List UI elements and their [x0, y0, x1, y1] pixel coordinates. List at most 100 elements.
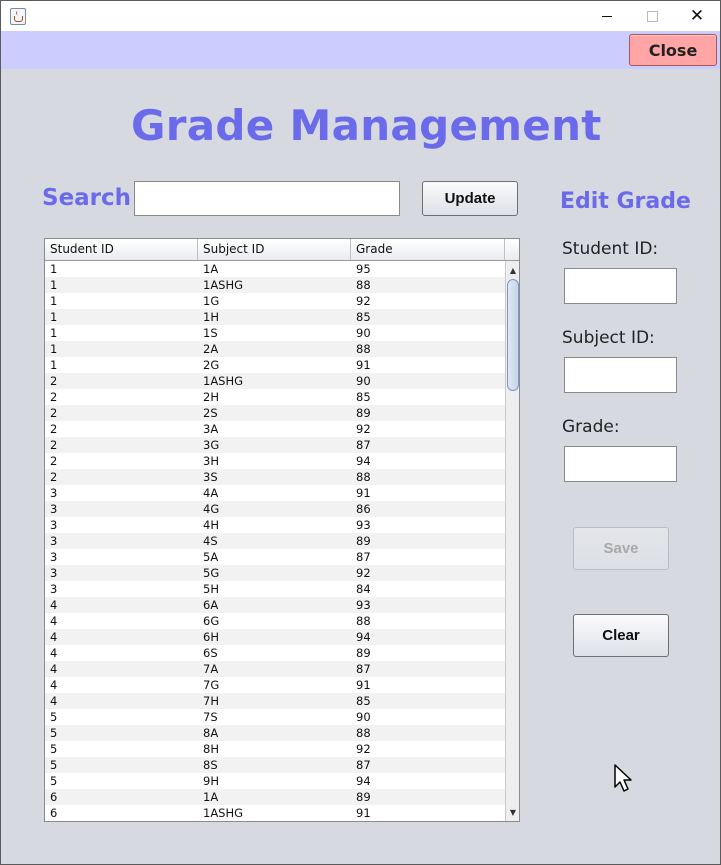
window-close-button[interactable]: ✕	[674, 1, 720, 31]
table-row[interactable]: 1 2G 91	[45, 357, 505, 373]
subject-id-cell: 2G	[203, 358, 220, 372]
table-row[interactable]: 2 3A 92	[45, 421, 505, 437]
subject-id-cell: 5A	[203, 550, 219, 564]
student-id-cell: 1	[50, 278, 58, 292]
table-row[interactable]: 1 1G 92	[45, 293, 505, 309]
subject-id-cell: 1A	[203, 262, 219, 276]
table-row[interactable]: 2 2H 85	[45, 389, 505, 405]
table-row[interactable]: 3 5G 92	[45, 565, 505, 581]
table-row[interactable]: 6 1A 89	[45, 789, 505, 805]
subject-id-cell: 3H	[203, 454, 219, 468]
clear-button[interactable]: Clear	[573, 614, 669, 657]
table-row[interactable]: 4 7G 91	[45, 677, 505, 693]
table-header: Student ID Subject ID Grade	[45, 239, 519, 261]
table-row[interactable]: 4 6S 89	[45, 645, 505, 661]
table-row[interactable]: 4 6H 94	[45, 629, 505, 645]
grade-field[interactable]	[564, 446, 677, 482]
search-label: Search	[42, 185, 132, 211]
vertical-scrollbar[interactable]: ▲ ▼	[505, 261, 519, 821]
update-button[interactable]: Update	[422, 181, 518, 216]
table-row[interactable]: 2 1ASHG 90	[45, 373, 505, 389]
student-id-cell: 6	[50, 806, 58, 820]
student-id-cell: 1	[50, 294, 58, 308]
page-title: Grade Management	[131, 101, 602, 150]
column-header-student-id[interactable]: Student ID	[45, 239, 198, 260]
student-id-cell: 4	[50, 598, 58, 612]
table-row[interactable]: 5 7S 90	[45, 709, 505, 725]
table-row[interactable]: 2 2S 89	[45, 405, 505, 421]
subject-id-field[interactable]	[564, 357, 677, 393]
table-row[interactable]: 1 1H 85	[45, 309, 505, 325]
student-id-cell: 1	[50, 342, 58, 356]
student-id-cell: 2	[50, 454, 58, 468]
grade-cell: 87	[356, 438, 371, 452]
table-row[interactable]: 4 7H 85	[45, 693, 505, 709]
subject-id-cell: 8H	[203, 742, 219, 756]
table-row[interactable]: 4 7A 87	[45, 661, 505, 677]
student-id-cell: 5	[50, 742, 58, 756]
table-row[interactable]: 4 6A 93	[45, 597, 505, 613]
grade-cell: 94	[356, 630, 371, 644]
table-row[interactable]: 3 5H 84	[45, 581, 505, 597]
edit-grade-title: Edit Grade	[560, 189, 691, 214]
student-id-cell: 4	[50, 630, 58, 644]
student-id-cell: 3	[50, 582, 58, 596]
minimize-icon	[602, 15, 612, 17]
table-row[interactable]: 5 8S 87	[45, 757, 505, 773]
subject-id-label: Subject ID:	[562, 328, 655, 348]
grade-cell: 91	[356, 358, 371, 372]
table-row[interactable]: 1 2A 88	[45, 341, 505, 357]
subject-id-cell: 8A	[203, 726, 219, 740]
subject-id-cell: 5H	[203, 582, 219, 596]
subject-id-cell: 1ASHG	[203, 278, 244, 292]
grade-cell: 89	[356, 406, 371, 420]
subject-id-cell: 7A	[203, 662, 219, 676]
search-input[interactable]	[134, 181, 400, 216]
maximize-button[interactable]	[629, 1, 675, 31]
student-id-field[interactable]	[564, 268, 677, 304]
table-row[interactable]: 1 1S 90	[45, 325, 505, 341]
student-id-cell: 2	[50, 470, 58, 484]
table-row[interactable]: 5 8A 88	[45, 725, 505, 741]
subject-id-cell: 5G	[203, 566, 220, 580]
minimize-button[interactable]	[584, 1, 630, 31]
scrollbar-thumb[interactable]	[507, 279, 519, 391]
grade-cell: 95	[356, 262, 371, 276]
table-row[interactable]: 1 1A 95	[45, 261, 505, 277]
subject-id-cell: 8S	[203, 758, 218, 772]
column-header-grade[interactable]: Grade	[351, 239, 505, 260]
student-id-cell: 4	[50, 662, 58, 676]
subject-id-cell: 1ASHG	[203, 374, 244, 388]
grade-label: Grade:	[562, 417, 620, 437]
table-row[interactable]: 2 3G 87	[45, 437, 505, 453]
table-row[interactable]: 3 4S 89	[45, 533, 505, 549]
subject-id-cell: 7S	[203, 710, 218, 724]
table-row[interactable]: 5 8H 92	[45, 741, 505, 757]
save-button[interactable]: Save	[573, 527, 669, 570]
table-row[interactable]: 2 3H 94	[45, 453, 505, 469]
grade-cell: 92	[356, 294, 371, 308]
scroll-down-arrow-icon[interactable]: ▼	[506, 805, 519, 819]
subject-id-cell: 2A	[203, 342, 219, 356]
table-row[interactable]: 3 4H 93	[45, 517, 505, 533]
table-row[interactable]: 5 9H 94	[45, 773, 505, 789]
subject-id-cell: 3S	[203, 470, 218, 484]
grade-cell: 88	[356, 278, 371, 292]
student-id-cell: 1	[50, 326, 58, 340]
table-row[interactable]: 3 4G 86	[45, 501, 505, 517]
column-header-subject-id[interactable]: Subject ID	[198, 239, 351, 260]
subject-id-cell: 2S	[203, 406, 218, 420]
subject-id-cell: 1S	[203, 326, 218, 340]
table-row[interactable]: 3 5A 87	[45, 549, 505, 565]
table-row[interactable]: 1 1ASHG 88	[45, 277, 505, 293]
table-row[interactable]: 3 4A 91	[45, 485, 505, 501]
table-row[interactable]: 6 1ASHG 91	[45, 805, 505, 821]
header-band	[1, 31, 720, 69]
grade-cell: 86	[356, 502, 371, 516]
table-row[interactable]: 4 6G 88	[45, 613, 505, 629]
table-row[interactable]: 2 3S 88	[45, 469, 505, 485]
grade-cell: 89	[356, 534, 371, 548]
close-button[interactable]: Close	[629, 34, 717, 66]
student-id-cell: 1	[50, 358, 58, 372]
scroll-up-arrow-icon[interactable]: ▲	[506, 263, 519, 277]
